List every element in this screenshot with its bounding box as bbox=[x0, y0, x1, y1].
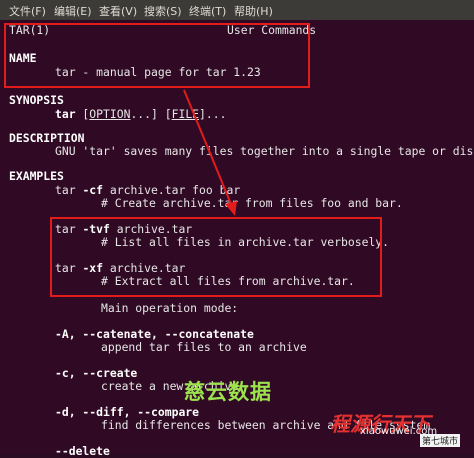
synopsis-option-suffix: ...] bbox=[130, 107, 158, 121]
watermark-green: 慈云数据 bbox=[184, 380, 272, 404]
example-1-arg: archive.tar foo bar bbox=[109, 183, 241, 197]
menu-edit[interactable]: 编辑(E) bbox=[54, 3, 92, 19]
synopsis-option: OPTION bbox=[89, 107, 131, 121]
menu-terminal[interactable]: 终端(T) bbox=[189, 3, 226, 19]
main-mode-label: Main operation mode: bbox=[101, 301, 239, 315]
annotation-box-examples bbox=[50, 217, 382, 297]
annotation-box-name bbox=[4, 23, 310, 88]
example-1-comment: # Create archive.tar from files foo and … bbox=[101, 196, 403, 210]
watermark-stamp: 第七城市 bbox=[420, 434, 461, 447]
option-4-flag: --delete bbox=[55, 444, 110, 458]
synopsis-heading: SYNOPSIS bbox=[9, 93, 64, 107]
example-1-cmd: tar bbox=[55, 183, 76, 197]
synopsis-line: tar [OPTION...] [FILE]... bbox=[55, 107, 227, 121]
menu-file[interactable]: 文件(F) bbox=[9, 3, 46, 19]
menu-view[interactable]: 查看(V) bbox=[99, 3, 137, 19]
examples-heading: EXAMPLES bbox=[9, 169, 64, 183]
menu-search[interactable]: 搜索(S) bbox=[144, 3, 182, 19]
synopsis-cmd: tar bbox=[55, 107, 76, 121]
example-1-flag: -cf bbox=[82, 183, 104, 197]
description-text: GNU 'tar' saves many files together into… bbox=[55, 144, 474, 158]
option-1-desc: append tar files to an archive bbox=[101, 340, 307, 354]
menu-help[interactable]: 帮助(H) bbox=[234, 3, 273, 19]
synopsis-file: FILE bbox=[171, 107, 200, 121]
synopsis-file-suffix: ]... bbox=[199, 107, 227, 121]
menu-bar: 文件(F) 编辑(E) 查看(V) 搜索(S) 终端(T) 帮助(H) bbox=[0, 0, 474, 20]
